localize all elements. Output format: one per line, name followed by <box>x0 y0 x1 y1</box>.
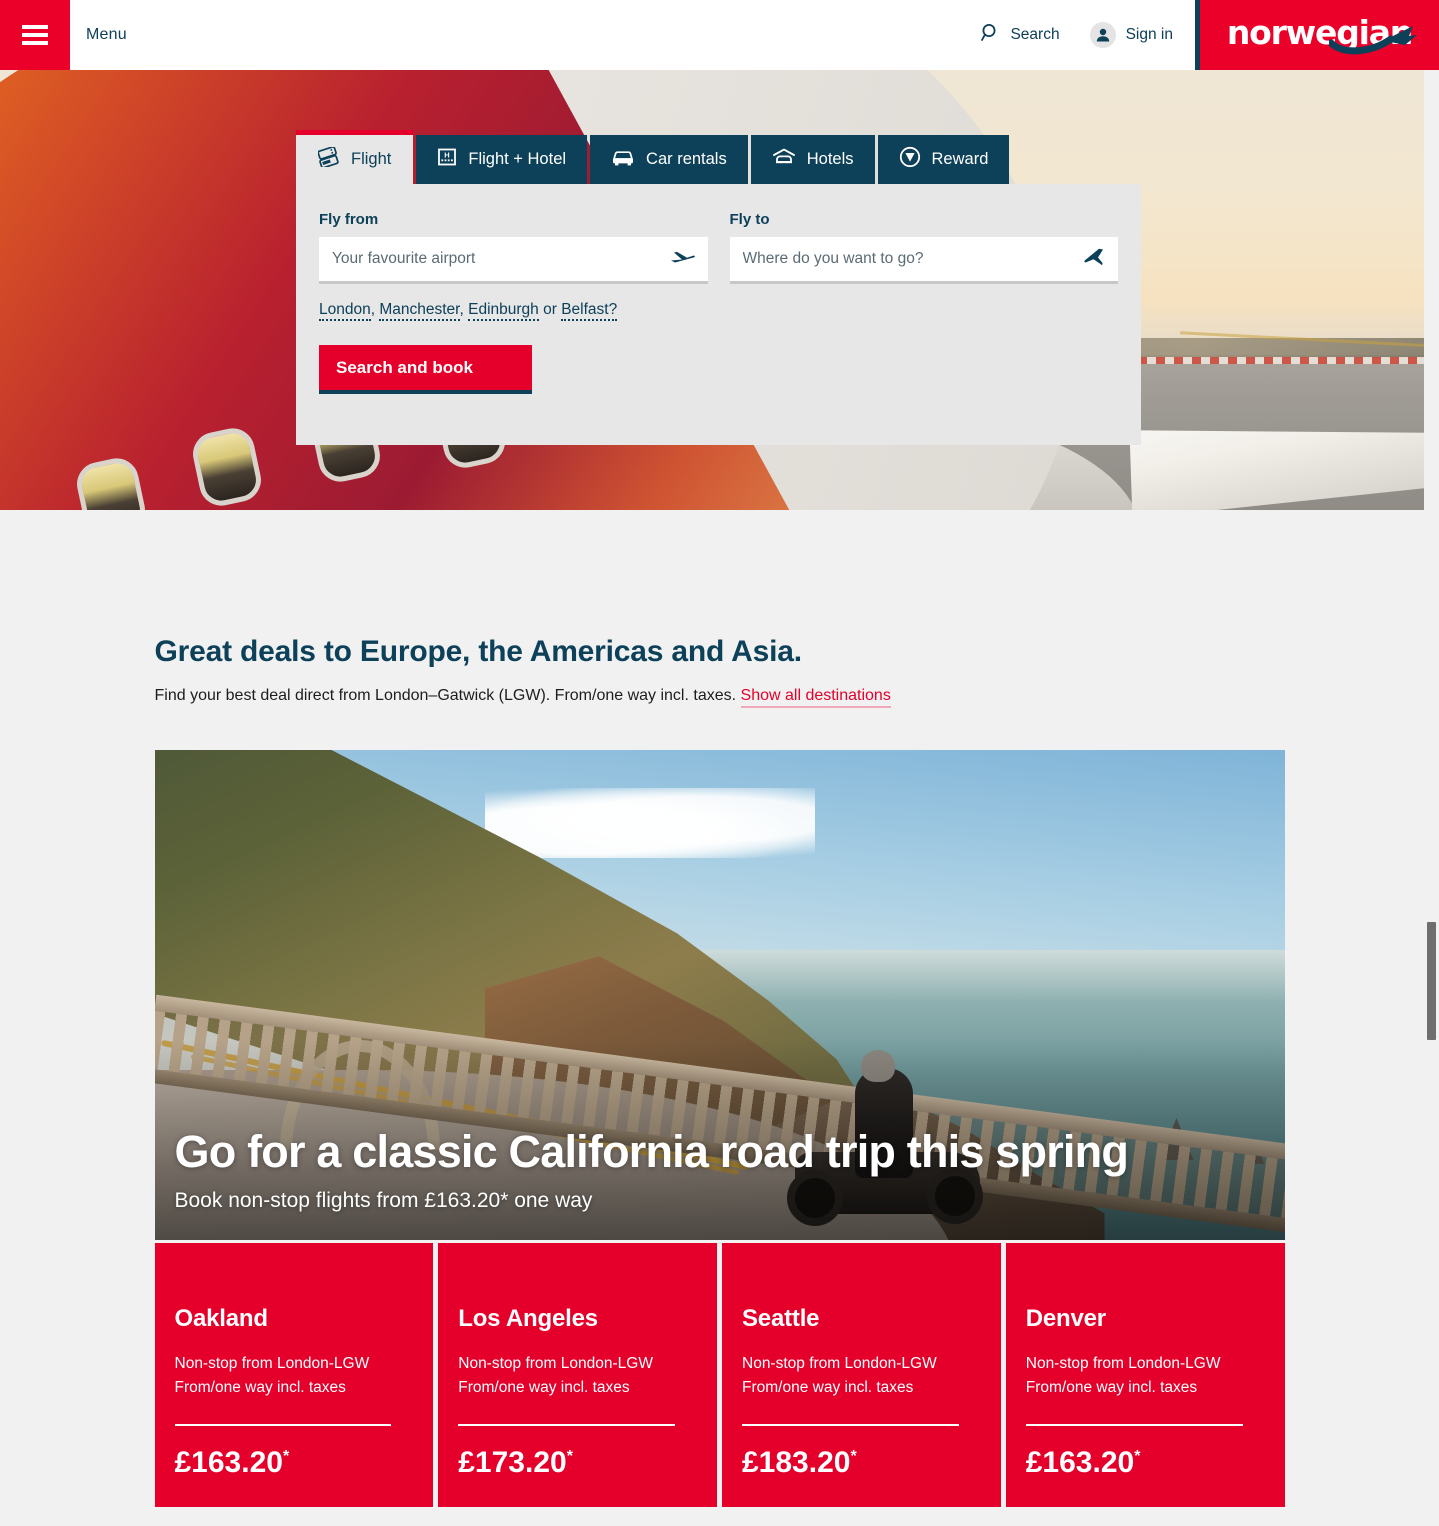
card-price-asterisk: * <box>566 1448 573 1466</box>
card-detail-line-2: From/one way incl. taxes <box>742 1379 914 1397</box>
hamburger-icon <box>22 25 48 45</box>
sep-3: or <box>538 301 562 318</box>
fly-to-field: Fly to <box>729 211 1118 284</box>
deals-subtext: Find your best deal direct from London–G… <box>154 687 1285 708</box>
flight-search-panel: Fly from Fly to <box>296 184 1141 445</box>
card-price-asterisk: * <box>282 1448 290 1466</box>
fly-from-label: Fly from <box>319 211 379 228</box>
card-divider <box>458 1424 675 1427</box>
tab-flight-hotel[interactable]: H Flight + Hotel <box>416 135 588 184</box>
card-price-asterisk: * <box>1134 1448 1141 1466</box>
destination-card-seattle[interactable]: Seattle Non-stop from London-LGW From/on… <box>722 1243 1001 1507</box>
tab-label: Flight <box>351 150 392 168</box>
departure-plane-icon <box>670 249 696 270</box>
arrival-plane-icon <box>1080 248 1106 271</box>
booking-tabs: Flight H Flight + Hotel Car rentals Hote… <box>296 130 1012 184</box>
card-city: Seattle <box>742 1305 820 1332</box>
page-scrollbar-track[interactable] <box>1424 70 1439 1526</box>
search-icon <box>981 23 1000 47</box>
card-detail-line-1: Non-stop from London-LGW <box>174 1355 370 1372</box>
airport-suggestions: London, Manchester, Edinburgh or Belfast… <box>319 301 1118 321</box>
suggestion-london[interactable]: London <box>319 301 371 321</box>
header-actions: Search Sign in <box>981 0 1195 70</box>
logo-swoosh-icon <box>1327 23 1417 60</box>
card-detail-line-2: From/one way incl. taxes <box>1025 1379 1198 1397</box>
boarding-pass-icon <box>317 146 340 172</box>
suggestion-edinburgh[interactable]: Edinburgh <box>468 301 539 321</box>
card-divider <box>1025 1424 1243 1427</box>
fly-to-input-wrap[interactable] <box>729 237 1118 284</box>
sign-in-button[interactable]: Sign in <box>1089 22 1173 48</box>
card-detail-line-2: From/one way incl. taxes <box>174 1379 346 1397</box>
destination-cards: Oakland Non-stop from London-LGW From/on… <box>154 1243 1285 1507</box>
search-button[interactable]: Search <box>981 23 1060 47</box>
deals-heading: Great deals to Europe, the Americas and … <box>154 635 803 668</box>
suggestion-belfast[interactable]: Belfast? <box>561 301 618 321</box>
card-price: £163.20* <box>1026 1446 1265 1480</box>
sep-2: , <box>459 301 469 318</box>
fly-to-label: Fly to <box>729 211 770 228</box>
card-divider <box>174 1424 392 1427</box>
svg-text:H: H <box>445 150 450 159</box>
promo-cloud <box>484 788 815 858</box>
card-price-value: £173.20 <box>458 1446 567 1480</box>
tab-label: Flight + Hotel <box>468 150 567 168</box>
search-fields-row: Fly from Fly to <box>319 211 1118 284</box>
search-and-book-button[interactable]: Search and book <box>319 345 532 394</box>
fly-to-input[interactable] <box>729 237 1118 281</box>
promo-title: Go for a classic California road trip th… <box>174 1126 1129 1177</box>
sign-in-label: Sign in <box>1125 26 1173 43</box>
card-city: Los Angeles <box>458 1305 598 1332</box>
fly-from-input[interactable] <box>319 237 708 281</box>
car-icon <box>611 147 635 172</box>
tab-label: Car rentals <box>646 150 727 168</box>
suggestion-manchester[interactable]: Manchester <box>379 301 460 321</box>
page-scrollbar-thumb[interactable] <box>1427 922 1436 1040</box>
show-all-destinations-link[interactable]: Show all destinations <box>740 687 891 708</box>
card-city: Oakland <box>174 1305 269 1332</box>
card-price-value: £183.20 <box>742 1446 851 1480</box>
destination-card-denver[interactable]: Denver Non-stop from London-LGW From/one… <box>1005 1243 1285 1507</box>
deals-inner: Great deals to Europe, the Americas and … <box>154 510 1285 1240</box>
fly-from-field: Fly from <box>319 211 708 284</box>
card-price-value: £163.20 <box>174 1446 283 1480</box>
destination-card-oakland[interactable]: Oakland Non-stop from London-LGW From/on… <box>154 1243 434 1507</box>
bed-icon <box>772 147 796 172</box>
search-label: Search <box>1010 26 1060 43</box>
deals-subtext-text: Find your best deal direct from London–G… <box>154 687 741 704</box>
tab-label: Hotels <box>806 150 854 168</box>
card-detail-line-1: Non-stop from London-LGW <box>458 1355 653 1372</box>
card-price: £173.20* <box>458 1446 697 1480</box>
promo-subtitle: Book non-stop flights from £163.20* one … <box>174 1189 593 1212</box>
norwegian-logo[interactable]: norwegian <box>1195 0 1439 70</box>
card-divider <box>742 1424 959 1427</box>
fly-from-input-wrap[interactable] <box>319 237 708 284</box>
card-detail-line-1: Non-stop from London-LGW <box>1025 1355 1221 1372</box>
tab-car-rentals[interactable]: Car rentals <box>590 135 748 184</box>
card-price: £163.20* <box>175 1446 414 1480</box>
tab-flight[interactable]: Flight <box>296 130 414 184</box>
menu-label[interactable]: Menu <box>86 26 127 44</box>
tab-hotels[interactable]: Hotels <box>750 135 875 184</box>
tab-reward[interactable]: Reward <box>877 135 1010 184</box>
card-price-asterisk: * <box>850 1448 857 1466</box>
hotel-building-icon: H <box>437 147 457 172</box>
tab-label: Reward <box>931 150 989 168</box>
card-price-value: £163.20 <box>1025 1446 1135 1480</box>
card-price: £183.20* <box>742 1446 981 1480</box>
reward-shield-icon <box>899 146 921 173</box>
deals-section: Great deals to Europe, the Americas and … <box>0 510 1439 1507</box>
site-header: Menu Search Sign in norwegian <box>0 0 1439 70</box>
card-detail-line-2: From/one way incl. taxes <box>458 1379 630 1397</box>
destination-card-los-angeles[interactable]: Los Angeles Non-stop from London-LGW Fro… <box>438 1243 717 1507</box>
menu-button[interactable] <box>0 0 70 70</box>
avatar <box>1089 22 1116 48</box>
card-city: Denver <box>1025 1305 1106 1332</box>
card-detail-line-1: Non-stop from London-LGW <box>742 1355 937 1372</box>
promo-banner[interactable]: Go for a classic California road trip th… <box>154 750 1285 1240</box>
